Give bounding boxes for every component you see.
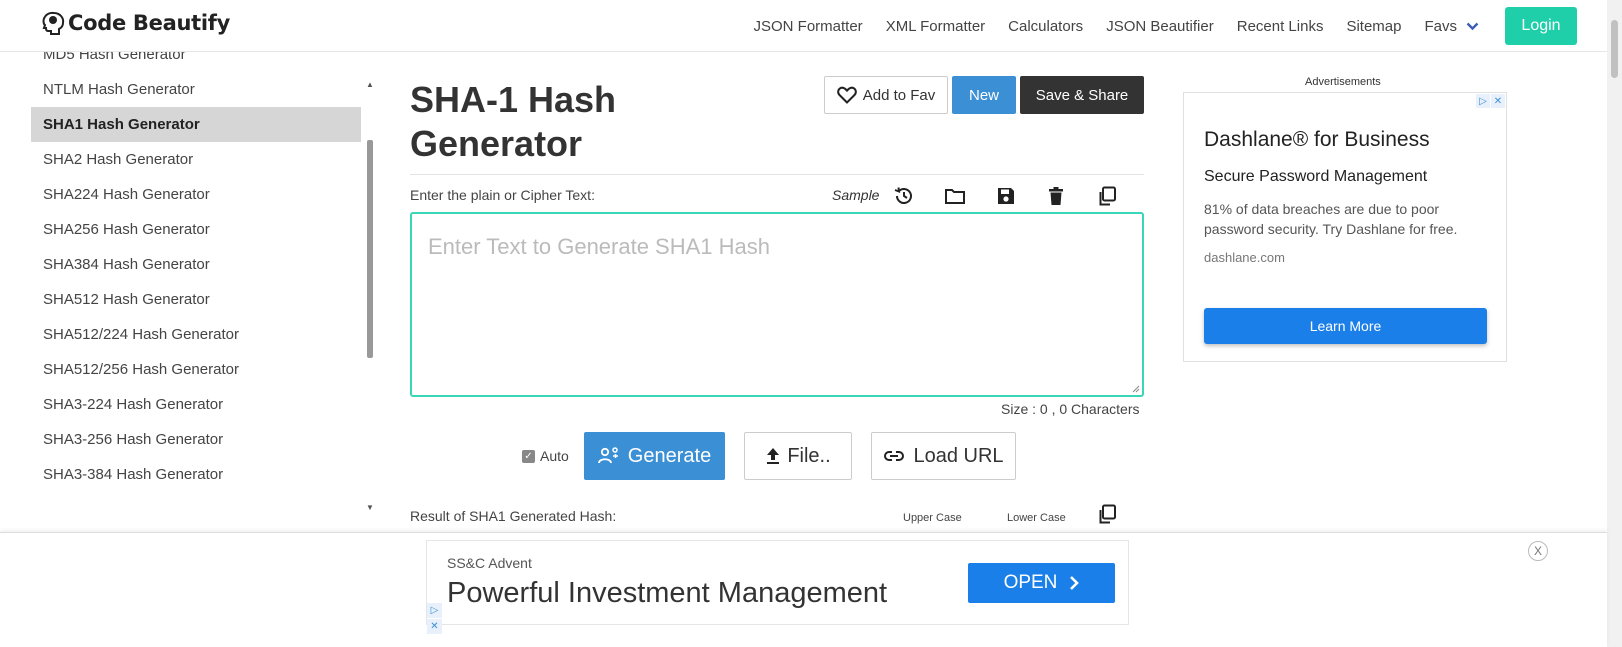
sidebar-item[interactable]: SHA3-384 Hash Generator [31, 457, 361, 492]
chevron-right-icon [1070, 576, 1080, 590]
sidebar-item[interactable]: SHA512 Hash Generator [31, 282, 361, 317]
lower-case-button[interactable]: Lower Case [1007, 512, 1066, 524]
heart-icon [836, 86, 857, 104]
ad-info-icon[interactable]: ▷ [427, 603, 442, 618]
nav-recent-links[interactable]: Recent Links [1237, 18, 1324, 35]
nav-json-formatter[interactable]: JSON Formatter [754, 18, 863, 35]
copy-icon[interactable] [1096, 185, 1118, 207]
ad-choices-badge[interactable]: ▷ ✕ [1475, 94, 1505, 108]
auto-checkbox[interactable]: ✓ Auto [522, 448, 569, 464]
nav-favs-label: Favs [1424, 17, 1457, 35]
sample-link[interactable]: Sample [832, 187, 879, 203]
scroll-down-icon[interactable]: ▼ [366, 503, 374, 512]
sidebar-scrollbar[interactable]: ▲ ▼ [364, 80, 376, 512]
file-upload-button[interactable]: File.. [744, 432, 852, 480]
file-label: File.. [787, 444, 831, 467]
open-label: OPEN [1003, 572, 1058, 593]
ad-info-icon[interactable]: ▷ [1476, 94, 1490, 108]
upper-case-button[interactable]: Upper Case [903, 512, 962, 524]
auto-label: Auto [540, 448, 569, 464]
history-icon[interactable] [893, 185, 915, 207]
sidebar-item[interactable]: SHA1 Hash Generator [31, 107, 361, 142]
nav-json-beautifier[interactable]: JSON Beautifier [1106, 18, 1214, 35]
resize-grip-icon[interactable] [1132, 385, 1140, 393]
page-scrollbar[interactable] [1607, 0, 1622, 647]
bottom-ad-open-button[interactable]: OPEN [968, 563, 1115, 603]
nav-favs-dropdown[interactable]: Favs [1424, 18, 1479, 35]
load-url-label: Load URL [913, 444, 1004, 467]
bottom-ad-brand: SS&C Advent [447, 555, 532, 571]
sidebar-item[interactable]: SHA384 Hash Generator [31, 247, 361, 282]
nav-calculators[interactable]: Calculators [1008, 18, 1083, 35]
scroll-up-icon[interactable]: ▲ [366, 80, 374, 89]
plain-text-placeholder: Enter Text to Generate SHA1 Hash [428, 234, 770, 259]
folder-icon[interactable] [944, 185, 966, 207]
tool-sidebar: MD5 Hash Generator NTLM Hash Generator SH… [31, 52, 376, 512]
ad-subtitle: Secure Password Management [1204, 168, 1428, 185]
ad-title: Dashlane® for Business [1204, 128, 1430, 151]
title-divider [410, 174, 1144, 175]
link-icon [884, 451, 905, 461]
new-button[interactable]: New [952, 76, 1016, 114]
sidebar-item[interactable]: SHA224 Hash Generator [31, 177, 361, 212]
chevron-down-icon [1466, 22, 1479, 30]
sidebar-item[interactable]: SHA512/224 Hash Generator [31, 317, 361, 352]
load-url-button[interactable]: Load URL [871, 432, 1016, 480]
bottom-ad-bar: SS&C Advent Powerful Investment Manageme… [0, 532, 1607, 647]
main-nav: JSON Formatter XML Formatter Calculators… [754, 0, 1577, 52]
page-title: SHA-1 Hash Generator [410, 79, 617, 164]
nav-xml-formatter[interactable]: XML Formatter [886, 18, 985, 35]
sidebar-list: MD5 Hash Generator NTLM Hash Generator SH… [31, 52, 361, 492]
generate-button[interactable]: Generate [584, 432, 725, 480]
ssc-ad[interactable]: SS&C Advent Powerful Investment Manageme… [426, 540, 1129, 634]
page-scrollbar-thumb[interactable] [1611, 20, 1618, 78]
ad-domain: dashlane.com [1204, 250, 1285, 265]
checkbox-checked-icon[interactable]: ✓ [522, 449, 535, 463]
add-to-fav-label: Add to Fav [862, 86, 936, 104]
input-label: Enter the plain or Cipher Text: [410, 187, 595, 203]
site-logo[interactable]: Code Beautify [40, 10, 230, 36]
trash-icon[interactable] [1045, 185, 1067, 207]
result-copy-icon[interactable] [1097, 504, 1119, 526]
bottom-ad-choices[interactable]: ▷ ✕ [427, 602, 442, 634]
top-header: Code Beautify JSON Formatter XML Formatt… [0, 0, 1607, 52]
plain-text-input[interactable]: Enter Text to Generate SHA1 Hash [410, 212, 1144, 397]
ads-label: Advertisements [1305, 76, 1381, 88]
ad-close-icon[interactable]: ✕ [427, 619, 442, 634]
ad-close-icon[interactable]: ✕ [1491, 94, 1505, 108]
result-label: Result of SHA1 Generated Hash: [410, 508, 617, 524]
bottom-bar-close-button[interactable]: X [1528, 541, 1548, 561]
generate-label: Generate [627, 444, 712, 467]
sidebar-item[interactable]: SHA256 Hash Generator [31, 212, 361, 247]
sidebar-item[interactable]: NTLM Hash Generator [31, 72, 361, 107]
generate-icon [597, 447, 618, 464]
sidebar-item[interactable]: SHA3-256 Hash Generator [31, 422, 361, 457]
brain-logo-icon [40, 10, 66, 36]
save-share-button[interactable]: Save & Share [1020, 76, 1144, 114]
ad-learn-more-button[interactable]: Learn More [1204, 308, 1487, 344]
logo-text: Code Beautify [68, 11, 230, 35]
ad-description: 81% of data breaches are due to poor pas… [1204, 201, 1458, 237]
nav-sitemap[interactable]: Sitemap [1346, 18, 1401, 35]
sidebar-item[interactable]: SHA2 Hash Generator [31, 142, 361, 177]
sidebar-item[interactable]: SHA3-224 Hash Generator [31, 387, 361, 422]
sidebar-item[interactable]: SHA512/256 Hash Generator [31, 352, 361, 387]
bottom-ad-title: Powerful Investment Management [447, 577, 888, 609]
size-info: Size : 0 , 0 Characters [1001, 401, 1140, 417]
sidebar-scrollbar-thumb[interactable] [367, 140, 373, 358]
add-to-fav-button[interactable]: Add to Fav [824, 76, 948, 114]
sidebar-item-md5[interactable]: MD5 Hash Generator [31, 52, 361, 72]
upload-icon [767, 448, 780, 464]
login-button[interactable]: Login [1505, 7, 1577, 45]
save-icon[interactable] [995, 185, 1017, 207]
dashlane-ad[interactable]: ▷ ✕ Dashlane® for Business Secure Passwo… [1183, 92, 1507, 362]
